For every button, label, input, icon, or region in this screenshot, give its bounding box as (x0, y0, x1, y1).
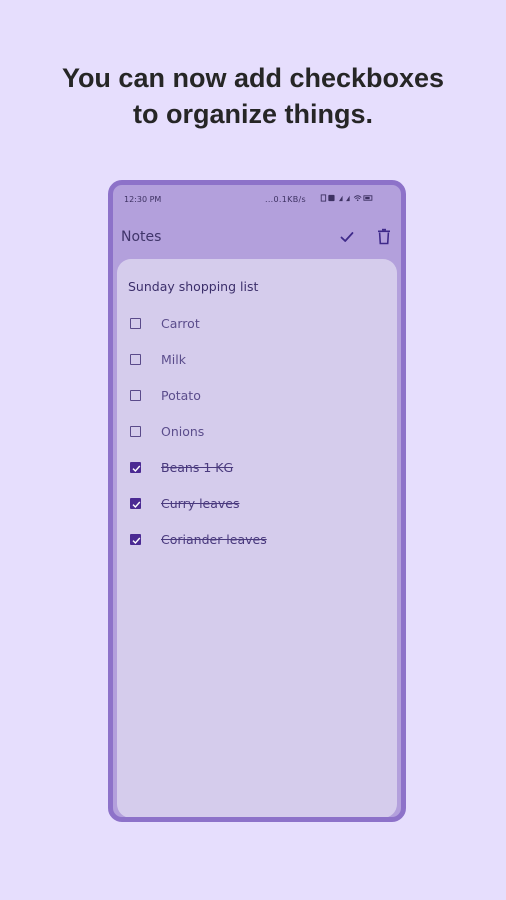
checklist-item-label[interactable]: Beans 1 KG (161, 460, 233, 475)
check-icon[interactable] (339, 229, 355, 245)
checkbox-unchecked[interactable] (130, 390, 141, 401)
trash-icon[interactable] (377, 228, 391, 245)
note-card[interactable]: Sunday shopping list Carrot Milk Potato … (117, 259, 397, 817)
checklist-item-label[interactable]: Coriander leaves (161, 532, 267, 547)
headline-line-1: You can now add checkboxes (61, 63, 445, 93)
checklist-item-label[interactable]: Curry leaves (161, 496, 240, 511)
checklist-item-label[interactable]: Milk (161, 352, 186, 367)
checkbox-checked[interactable] (130, 498, 141, 509)
checklist-item-label[interactable]: Onions (161, 424, 204, 439)
checkbox-checked[interactable] (130, 534, 141, 545)
checklist-item[interactable]: Onions (117, 421, 397, 445)
checkmark-icon (132, 537, 141, 545)
checklist-item[interactable]: Carrot (117, 313, 397, 337)
note-title[interactable]: Sunday shopping list (128, 279, 258, 294)
headline-line-2: to organize things. (133, 99, 373, 129)
checklist-item[interactable]: Milk (117, 349, 397, 373)
app-title: Notes (121, 229, 162, 245)
status-icons (320, 194, 373, 202)
checkbox-checked[interactable] (130, 462, 141, 473)
checklist-item-checked[interactable]: Curry leaves (117, 493, 397, 517)
checklist-item-checked[interactable]: Beans 1 KG (117, 457, 397, 481)
phone-frame: 12:30 PM ...0.1KB/s Notes Sunday shoppin… (108, 180, 406, 822)
checklist-item-label[interactable]: Carrot (161, 316, 200, 331)
checkmark-icon (132, 465, 141, 473)
promo-headline: You can now add checkboxes to organize t… (0, 60, 506, 132)
checkmark-icon (132, 501, 141, 509)
checkbox-unchecked[interactable] (130, 426, 141, 437)
status-time: 12:30 PM (124, 195, 162, 204)
checkbox-unchecked[interactable] (130, 354, 141, 365)
status-bar: 12:30 PM ...0.1KB/s (113, 185, 401, 221)
checklist-item-checked[interactable]: Coriander leaves (117, 529, 397, 553)
checklist-item-label[interactable]: Potato (161, 388, 201, 403)
checklist-item[interactable]: Potato (117, 385, 397, 409)
status-network-speed: ...0.1KB/s (265, 195, 306, 204)
checkbox-unchecked[interactable] (130, 318, 141, 329)
app-bar: Notes (113, 221, 401, 259)
